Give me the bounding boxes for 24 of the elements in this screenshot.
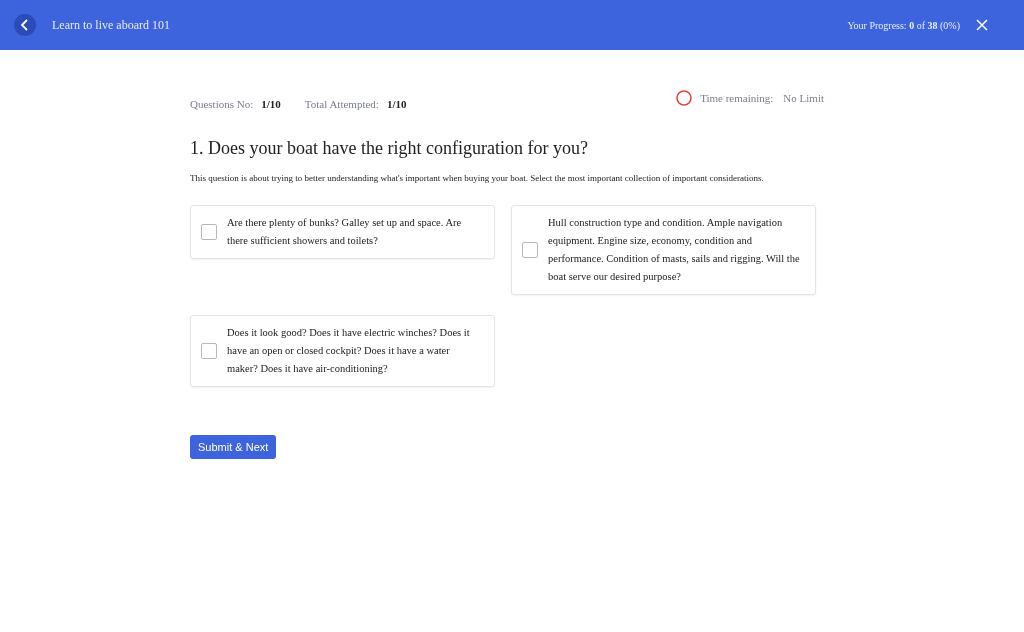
back-button[interactable] bbox=[14, 14, 36, 36]
stat-label: Questions No: bbox=[190, 98, 254, 110]
option-text: Are there plenty of bunks? Galley set up and space. Are there sufficient showers and toilets? bbox=[227, 216, 463, 248]
stat-value: 1/10 bbox=[386, 98, 407, 110]
option-text: Hull construction type and condition. Ample navigation equipment. Engine size, economy, condition and performance. Condition of masts, sails and rigging. Will the boat serve our desired purpose? bbox=[548, 216, 801, 284]
checkbox[interactable] bbox=[201, 343, 217, 359]
stat-value: 1/10 bbox=[261, 98, 281, 110]
answer-option[interactable]: Are there plenty of bunks? Galley set up and space. Are there sufficient showers and toilets? bbox=[190, 205, 495, 259]
checkbox[interactable] bbox=[201, 224, 217, 240]
answer-option[interactable]: Hull construction type and condition. Ample navigation equipment. Engine size, economy, condition and performance. Condition of masts, sails and rigging. Will the boat serve our desired purpose? bbox=[511, 205, 816, 295]
progress-text: Your Progress: 0 of 38 (0%) bbox=[847, 19, 960, 31]
close-icon bbox=[976, 19, 988, 31]
close-button[interactable] bbox=[976, 19, 988, 31]
submit-button[interactable]: Submit & Next bbox=[190, 435, 277, 459]
timer-label: Time remaining: bbox=[700, 92, 774, 104]
option-text: Does it look good? Does it have electric winches? Does it have an open or closed cockpit? Does it have a water maker? Does it have air-conditioning? bbox=[227, 326, 471, 376]
timer-circle-icon bbox=[676, 90, 693, 106]
stat-label: Total Attempted: bbox=[304, 98, 379, 110]
question-description: This question is about trying to better understanding what's important when buying your boat. Select the most important collection of important considerations. bbox=[190, 173, 765, 183]
timer-value: No Limit bbox=[783, 92, 824, 104]
course-title: Learn to live aboard 101 bbox=[52, 17, 170, 33]
answer-option[interactable]: Does it look good? Does it have electric winches? Does it have an open or closed cockpit? Does it have a water maker? Does it have air-conditioning? bbox=[190, 315, 495, 387]
checkbox[interactable] bbox=[522, 242, 538, 258]
question-title: 1. Does your boat have the right configuration for you? bbox=[190, 138, 589, 159]
